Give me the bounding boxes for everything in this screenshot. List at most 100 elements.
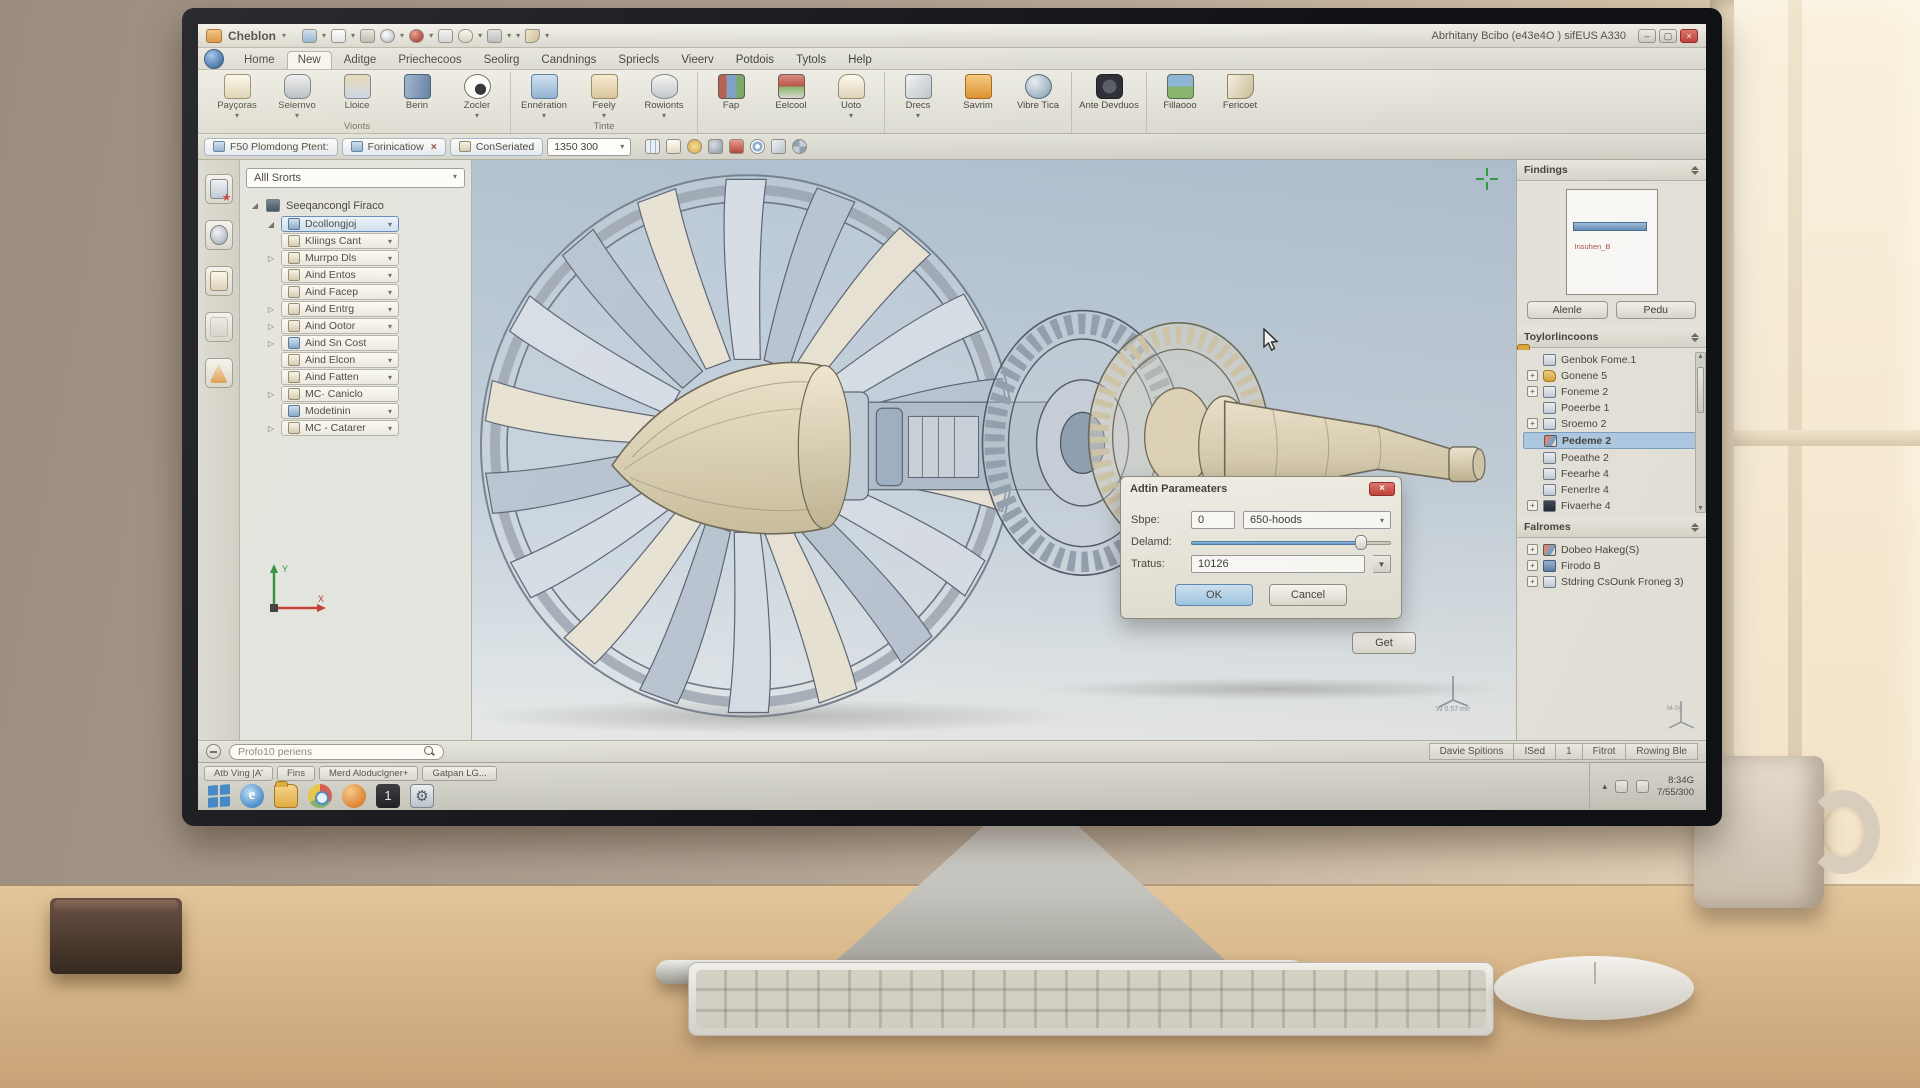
scrollbar-thumb[interactable] xyxy=(1697,367,1704,413)
tree-item-firodo[interactable]: +Firodo B xyxy=(1523,558,1696,573)
tree-item-kliings-cant[interactable]: Kliings Cant▾ xyxy=(281,233,399,249)
chevron-down-icon[interactable]: ▾ xyxy=(322,31,326,40)
maximize-button[interactable]: ▢ xyxy=(1659,29,1677,43)
preview-thumbnail[interactable]: Insuhen_B xyxy=(1566,189,1658,295)
collapse-search-icon[interactable] xyxy=(206,744,221,759)
chevron-down-icon[interactable]: ▾ xyxy=(478,31,482,40)
taskbar-tab-atb-ving[interactable]: Atb Ving |A' xyxy=(204,766,273,781)
tree-item-modetinin[interactable]: Modetinin▾ xyxy=(281,403,399,419)
file-explorer-icon[interactable] xyxy=(274,784,298,808)
tree-item-fenerlre[interactable]: Fenerlre 4 xyxy=(1523,482,1696,497)
findings-header[interactable]: Findings xyxy=(1517,160,1706,181)
chevron-down-icon[interactable]: ▾ xyxy=(351,31,355,40)
ribbon-button-lloice[interactable]: Lloice xyxy=(328,72,386,111)
sort-icon[interactable] xyxy=(1691,523,1699,532)
tray-expand-icon[interactable]: ▴ xyxy=(1602,781,1607,792)
expander-icon[interactable]: ▷ xyxy=(266,322,276,331)
view-cube-icon[interactable] xyxy=(771,139,786,154)
taskbar-tab-fins[interactable]: Fins xyxy=(277,766,315,781)
status-rowing-ble[interactable]: Rowing Ble xyxy=(1626,743,1698,760)
pen-icon[interactable] xyxy=(525,29,540,43)
chrome-icon[interactable] xyxy=(308,784,332,808)
expander-icon[interactable]: ◢ xyxy=(266,220,276,229)
ribbon-button-berin[interactable]: Berin xyxy=(388,72,446,111)
chevron-down-icon[interactable]: ▾ xyxy=(429,31,433,40)
chevron-down-icon[interactable]: ▾ xyxy=(282,31,286,40)
new-doc-icon[interactable] xyxy=(331,29,346,43)
delete-icon[interactable] xyxy=(458,29,473,43)
expand-icon[interactable]: + xyxy=(1527,386,1538,397)
chevron-down-icon[interactable]: ▾ xyxy=(516,31,520,40)
internet-explorer-icon[interactable]: e xyxy=(240,784,264,808)
tree-item-foneme[interactable]: +Foneme 2 xyxy=(1523,384,1696,399)
toylorlincoons-header[interactable]: Toylorlincoons xyxy=(1517,327,1706,348)
target-icon[interactable] xyxy=(750,139,765,154)
tree-item-murrpo-dls[interactable]: Murrpo Dls▾ xyxy=(281,250,399,266)
volume-icon[interactable] xyxy=(1636,780,1649,793)
app-tile-icon[interactable]: 1 xyxy=(376,784,400,808)
ribbon-button-fillaooo[interactable]: Fillaooo xyxy=(1151,72,1209,111)
save-icon[interactable] xyxy=(360,29,375,43)
tree-item-aind-sn-cost[interactable]: Aind Sn Cost xyxy=(281,335,399,351)
ribbon-button-vibre-tica[interactable]: Vibre Tica xyxy=(1009,72,1067,111)
office-app-icon[interactable] xyxy=(342,784,366,808)
ribbon-button-paycoras[interactable]: Payçoras▾ xyxy=(208,72,266,120)
ribbon-button-fericoet[interactable]: Fericoet xyxy=(1211,72,1269,111)
print-icon[interactable] xyxy=(487,29,502,43)
pedu-button[interactable]: Pedu xyxy=(1616,301,1697,319)
tree-item-sroemo[interactable]: +Sroemo 2 xyxy=(1523,416,1696,431)
chevron-down-icon[interactable]: ▾ xyxy=(400,31,404,40)
expand-icon[interactable]: + xyxy=(1527,500,1538,511)
view-compass[interactable]: W 0.57 mm xyxy=(1436,672,1470,712)
ribbon-button-zocler[interactable]: Zocler▾ xyxy=(448,72,506,120)
expander-icon[interactable]: ▷ xyxy=(266,305,276,314)
sketch-icon[interactable] xyxy=(666,139,681,154)
menu-home[interactable]: Home xyxy=(234,52,285,69)
ribbon-button-eelcool[interactable]: Eelcool xyxy=(762,72,820,111)
status-count[interactable]: 1 xyxy=(1556,743,1583,760)
ribbon-button-feely[interactable]: Feely▾ xyxy=(575,72,633,120)
paste-special-button[interactable] xyxy=(205,174,233,204)
gears-icon[interactable] xyxy=(708,139,723,154)
tree-item-dobeo[interactable]: +Dobeo Hakeg(S) xyxy=(1523,542,1696,557)
sort-icon[interactable] xyxy=(1691,166,1699,175)
spinner-down-icon[interactable]: ▼ xyxy=(1373,555,1391,573)
menu-vieerv[interactable]: Vieerv xyxy=(671,52,723,69)
search-input[interactable]: Profo10 periens xyxy=(229,744,444,760)
chevron-down-icon[interactable]: ▾ xyxy=(507,31,511,40)
notes-button[interactable] xyxy=(205,266,233,296)
tree-item-gonene[interactable]: +Gonene 5 xyxy=(1523,368,1696,383)
status-fitrot[interactable]: Fitrot xyxy=(1583,743,1627,760)
taskbar-tab-gatpan[interactable]: Gatpan LG... xyxy=(422,766,496,781)
tree-item-genbok[interactable]: Genbok Fome.1 xyxy=(1523,352,1696,367)
tree-item-mc-caniclo[interactable]: MC· Caniclo xyxy=(281,386,399,402)
ribbon-button-rowionts[interactable]: Rowionts▾ xyxy=(635,72,693,120)
ribbon-button-drecs[interactable]: Drecs▾ xyxy=(889,72,947,120)
inspect-button[interactable] xyxy=(205,220,233,250)
dialog-close-icon[interactable]: × xyxy=(1369,482,1395,496)
alert-button[interactable] xyxy=(205,358,233,388)
expander-icon[interactable]: ▷ xyxy=(266,254,276,263)
stamp-button[interactable] xyxy=(205,312,233,342)
menu-aditge[interactable]: Aditge xyxy=(334,52,387,69)
expander-icon[interactable]: ▷ xyxy=(266,390,276,399)
zoom-combo[interactable]: 1350 300▾ xyxy=(547,138,631,156)
taskbar-clock[interactable]: 8:34G 7/55/300 xyxy=(1657,775,1694,799)
open-icon[interactable] xyxy=(302,29,317,43)
ribbon-button-seiernvo[interactable]: Seiernvo▾ xyxy=(268,72,326,120)
tree-item-aind-fatten[interactable]: Aind Fatten▾ xyxy=(281,369,399,385)
falromes-header[interactable]: Falromes xyxy=(1517,517,1706,538)
alenle-button[interactable]: Alenle xyxy=(1527,301,1608,319)
sbpe-select[interactable]: 650-hoods▾ xyxy=(1243,511,1391,529)
tab-close-icon[interactable]: × xyxy=(431,141,437,153)
expand-icon[interactable]: + xyxy=(1527,576,1538,587)
taskbar-tab-merd[interactable]: Merd Aloduclgner+ xyxy=(319,766,418,781)
expander-icon[interactable]: ▷ xyxy=(266,339,276,348)
menu-help[interactable]: Help xyxy=(838,52,882,69)
ok-button[interactable]: OK xyxy=(1175,584,1253,606)
settings-app-icon[interactable] xyxy=(410,784,434,808)
tree-item-dcollongjoj[interactable]: Dcollongjoj▾ xyxy=(281,216,399,232)
tratus-input[interactable]: 10126 xyxy=(1191,555,1365,573)
search-icon[interactable] xyxy=(424,746,435,757)
sort-icon[interactable] xyxy=(1691,333,1699,342)
